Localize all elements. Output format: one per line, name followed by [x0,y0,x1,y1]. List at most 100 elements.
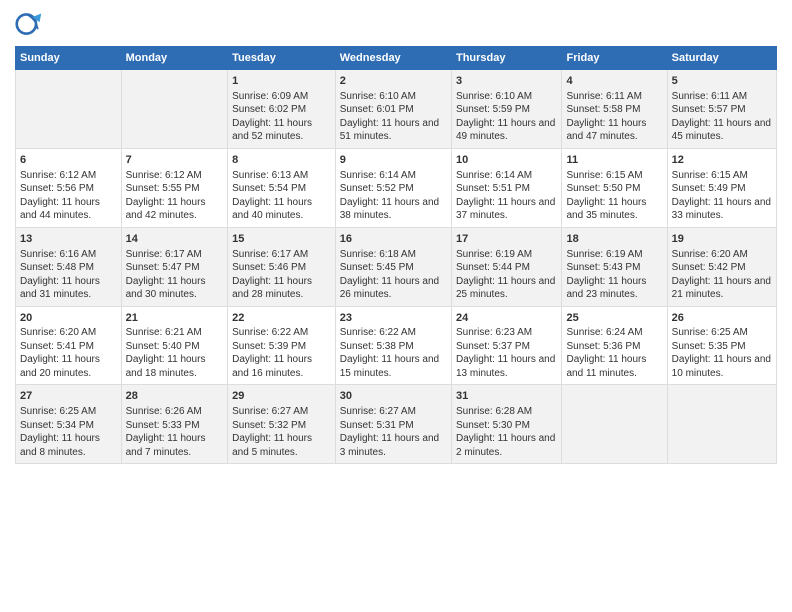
page-header [15,10,777,38]
calendar-cell: 21Sunrise: 6:21 AMSunset: 5:40 PMDayligh… [121,306,228,385]
sunrise-text: Sunrise: 6:19 AM [456,249,532,260]
calendar-cell: 28Sunrise: 6:26 AMSunset: 5:33 PMDayligh… [121,385,228,464]
sunrise-text: Sunrise: 6:09 AM [232,91,308,102]
day-number: 11 [566,153,662,168]
sunrise-text: Sunrise: 6:21 AM [126,327,202,338]
sunset-text: Sunset: 5:31 PM [340,420,414,431]
calendar-cell: 12Sunrise: 6:15 AMSunset: 5:49 PMDayligh… [667,148,776,227]
calendar-cell: 9Sunrise: 6:14 AMSunset: 5:52 PMDaylight… [335,148,451,227]
sunset-text: Sunset: 5:45 PM [340,262,414,273]
calendar-cell: 6Sunrise: 6:12 AMSunset: 5:56 PMDaylight… [16,148,122,227]
sunrise-text: Sunrise: 6:16 AM [20,249,96,260]
sunrise-text: Sunrise: 6:11 AM [672,91,747,102]
day-number: 2 [340,74,447,89]
sunset-text: Sunset: 5:47 PM [126,262,200,273]
day-number: 14 [126,232,224,247]
sunrise-text: Sunrise: 6:13 AM [232,170,308,181]
header-cell-tuesday: Tuesday [228,47,336,70]
day-number: 23 [340,311,447,326]
sunrise-text: Sunrise: 6:22 AM [340,327,416,338]
sunset-text: Sunset: 5:42 PM [672,262,746,273]
logo [15,10,47,38]
day-number: 19 [672,232,772,247]
calendar-cell: 13Sunrise: 6:16 AMSunset: 5:48 PMDayligh… [16,227,122,306]
sunset-text: Sunset: 5:49 PM [672,183,746,194]
daylight-text: Daylight: 11 hours and 21 minutes. [672,276,771,301]
daylight-text: Daylight: 11 hours and 13 minutes. [456,354,555,379]
sunrise-text: Sunrise: 6:17 AM [232,249,308,260]
day-number: 31 [456,389,558,404]
sunset-text: Sunset: 5:55 PM [126,183,200,194]
day-number: 10 [456,153,558,168]
day-number: 18 [566,232,662,247]
day-number: 26 [672,311,772,326]
day-number: 25 [566,311,662,326]
daylight-text: Daylight: 11 hours and 2 minutes. [456,433,555,458]
calendar-cell: 10Sunrise: 6:14 AMSunset: 5:51 PMDayligh… [451,148,562,227]
sunrise-text: Sunrise: 6:15 AM [672,170,748,181]
sunset-text: Sunset: 5:52 PM [340,183,414,194]
sunset-text: Sunset: 5:33 PM [126,420,200,431]
sunset-text: Sunset: 5:30 PM [456,420,530,431]
sunset-text: Sunset: 5:44 PM [456,262,530,273]
sunrise-text: Sunrise: 6:22 AM [232,327,308,338]
week-row-1: 1Sunrise: 6:09 AMSunset: 6:02 PMDaylight… [16,70,777,149]
daylight-text: Daylight: 11 hours and 7 minutes. [126,433,206,458]
calendar-cell: 16Sunrise: 6:18 AMSunset: 5:45 PMDayligh… [335,227,451,306]
calendar-cell: 23Sunrise: 6:22 AMSunset: 5:38 PMDayligh… [335,306,451,385]
day-number: 13 [20,232,117,247]
sunset-text: Sunset: 5:43 PM [566,262,640,273]
daylight-text: Daylight: 11 hours and 8 minutes. [20,433,100,458]
daylight-text: Daylight: 11 hours and 49 minutes. [456,118,555,143]
daylight-text: Daylight: 11 hours and 45 minutes. [672,118,771,143]
sunrise-text: Sunrise: 6:19 AM [566,249,642,260]
sunset-text: Sunset: 5:41 PM [20,341,94,352]
daylight-text: Daylight: 11 hours and 16 minutes. [232,354,312,379]
sunrise-text: Sunrise: 6:12 AM [20,170,96,181]
day-number: 3 [456,74,558,89]
sunrise-text: Sunrise: 6:25 AM [20,406,96,417]
day-number: 20 [20,311,117,326]
daylight-text: Daylight: 11 hours and 30 minutes. [126,276,206,301]
calendar-cell: 31 Sunrise: 6:28 AM Sunset: 5:30 PM Dayligh… [451,385,562,464]
calendar-cell: 26Sunrise: 6:25 AMSunset: 5:35 PMDayligh… [667,306,776,385]
day-number: 22 [232,311,331,326]
calendar-body: 1Sunrise: 6:09 AMSunset: 6:02 PMDaylight… [16,70,777,464]
sunrise-text: Sunrise: 6:27 AM [232,406,308,417]
day-number: 24 [456,311,558,326]
header-cell-saturday: Saturday [667,47,776,70]
sunrise-text: Sunrise: 6:25 AM [672,327,748,338]
daylight-text: Daylight: 11 hours and 3 minutes. [340,433,439,458]
sunrise-text: Sunrise: 6:20 AM [20,327,96,338]
daylight-text: Daylight: 11 hours and 37 minutes. [456,197,555,222]
sunrise-text: Sunrise: 6:11 AM [566,91,641,102]
calendar-cell: 15Sunrise: 6:17 AMSunset: 5:46 PMDayligh… [228,227,336,306]
day-number: 29 [232,389,331,404]
calendar-cell [562,385,667,464]
daylight-text: Daylight: 11 hours and 33 minutes. [672,197,771,222]
header-cell-wednesday: Wednesday [335,47,451,70]
sunset-text: Sunset: 5:37 PM [456,341,530,352]
daylight-text: Daylight: 11 hours and 35 minutes. [566,197,646,222]
sunset-text: Sunset: 5:59 PM [456,104,530,115]
sunset-text: Sunset: 5:58 PM [566,104,640,115]
sunset-text: Sunset: 5:48 PM [20,262,94,273]
sunset-text: Sunset: 5:32 PM [232,420,306,431]
sunset-text: Sunset: 5:54 PM [232,183,306,194]
sunrise-text: Sunrise: 6:28 AM [456,406,532,417]
calendar-cell: 29Sunrise: 6:27 AMSunset: 5:32 PMDayligh… [228,385,336,464]
calendar-cell: 14Sunrise: 6:17 AMSunset: 5:47 PMDayligh… [121,227,228,306]
calendar-cell: 4Sunrise: 6:11 AMSunset: 5:58 PMDaylight… [562,70,667,149]
sunset-text: Sunset: 5:36 PM [566,341,640,352]
sunset-text: Sunset: 5:34 PM [20,420,94,431]
sunset-text: Sunset: 5:38 PM [340,341,414,352]
sunset-text: Sunset: 5:50 PM [566,183,640,194]
daylight-text: Daylight: 11 hours and 18 minutes. [126,354,206,379]
day-number: 30 [340,389,447,404]
daylight-text: Daylight: 11 hours and 42 minutes. [126,197,206,222]
week-row-3: 13 Sunrise: 6:16 AM Sunset: 5:48 PM Dayligh… [16,227,777,306]
calendar-table: SundayMondayTuesdayWednesdayThursdayFrid… [15,46,777,464]
day-number: 17 [456,232,558,247]
header-cell-friday: Friday [562,47,667,70]
sunrise-text: Sunrise: 6:20 AM [672,249,748,260]
